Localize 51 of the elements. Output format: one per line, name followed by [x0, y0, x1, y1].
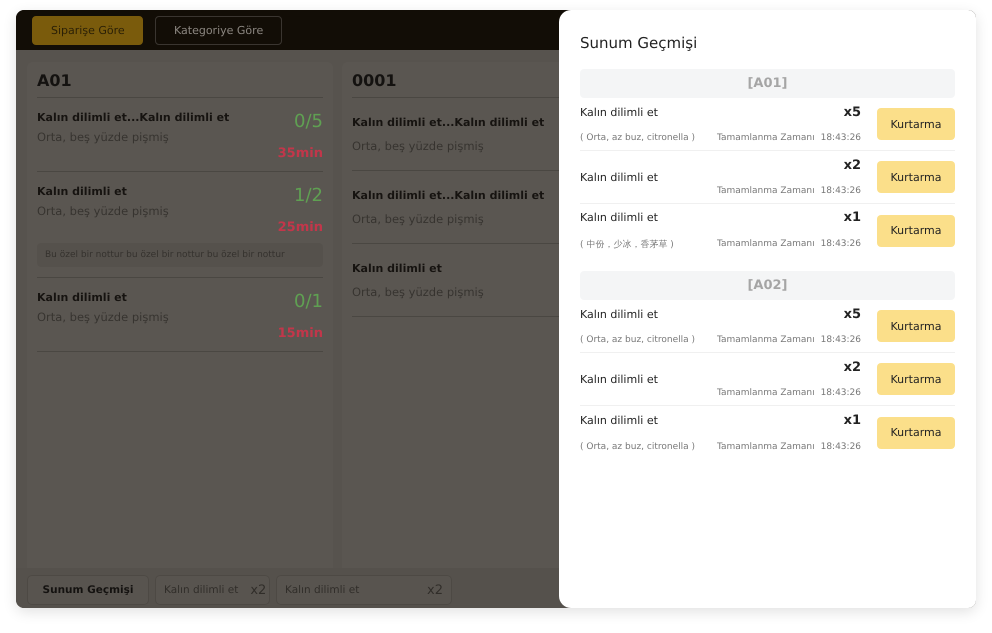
dish-quantity: x2	[844, 360, 861, 375]
completion-time: 18:43:26	[820, 442, 862, 452]
order-number: A01	[37, 62, 323, 98]
dish-name: Kalın dilimli et...Kalın dilimli et	[37, 111, 230, 124]
served-count: 0/1	[294, 291, 323, 314]
wait-time: 15min	[278, 326, 323, 341]
completion-label: Tamamlanma Zamanı	[716, 442, 815, 452]
drawer-title: Sunum Geçmişi	[580, 34, 698, 52]
dish-quantity: x5	[844, 306, 862, 322]
dish-name: Kalın dilimli et	[580, 414, 659, 427]
dish-quantity: x5	[844, 104, 862, 120]
dish-quantity: x1	[844, 413, 862, 428]
served-count: 1/2	[294, 185, 323, 208]
dish-options: ( 中份，少冰，香茅草 )	[580, 238, 695, 251]
dish-name: Kalın dilimli et	[580, 211, 659, 224]
dish-options: ( Orta, az buz, citronella )	[580, 335, 696, 346]
completion-label: Tamamlanma Zamanı	[716, 239, 815, 250]
dish-name: Kalın dilimli et...Kalın dilimli et	[352, 116, 546, 131]
completion-time: 18:43:26	[820, 133, 862, 144]
dish-name: Kalın dilimli et	[580, 170, 659, 184]
completion-time: 18:43:26	[820, 239, 861, 250]
dish-name: Kalın dilimli et	[580, 372, 659, 386]
restore-button[interactable]: Kurtarma	[877, 363, 955, 395]
completion-label: Tamamlanma Zamanı	[716, 388, 815, 398]
dish-name: Kalın dilimli et...Kalın dilimli et	[352, 189, 546, 204]
table-label: [A01]	[747, 76, 788, 91]
dish-options: ( Orta, az buz, citronella )	[580, 442, 696, 452]
dish-name: Kalın dilimli et	[37, 291, 128, 304]
completion-label: Tamamlanma Zamanı	[716, 186, 815, 196]
completion-time: 18:43:26	[820, 388, 861, 398]
dish-name: Kalın dilimli et	[580, 308, 659, 321]
served-count: 0/5	[294, 111, 323, 134]
table-label: [A02]	[747, 278, 788, 293]
dish-options: ( Orta, az buz, citronella )	[580, 133, 696, 144]
restore-button[interactable]: Kurtarma	[877, 214, 955, 246]
dish-name: Kalın dilimli et	[352, 262, 443, 277]
restore-button[interactable]: Kurtarma	[877, 416, 956, 448]
restore-button[interactable]: Kurtarma	[877, 161, 955, 193]
dish-quantity: x1	[844, 210, 861, 226]
dish-quantity: x2	[844, 158, 861, 173]
completion-label: Tamamlanma Zamanı	[716, 133, 815, 144]
completion-time: 18:43:26	[820, 186, 861, 196]
restore-button[interactable]: Kurtarma	[877, 108, 956, 140]
tab[interactable]: Kategoriye Göre	[155, 16, 282, 44]
dish-name: Kalın dilimli et	[37, 185, 128, 198]
wait-time: 25min	[278, 220, 323, 235]
restore-button[interactable]: Kurtarma	[877, 310, 956, 342]
completion-time: 18:43:26	[820, 335, 862, 346]
dish-name: Kalın dilimli et	[580, 106, 659, 119]
wait-time: 35min	[278, 146, 323, 161]
completion-label: Tamamlanma Zamanı	[716, 335, 815, 346]
